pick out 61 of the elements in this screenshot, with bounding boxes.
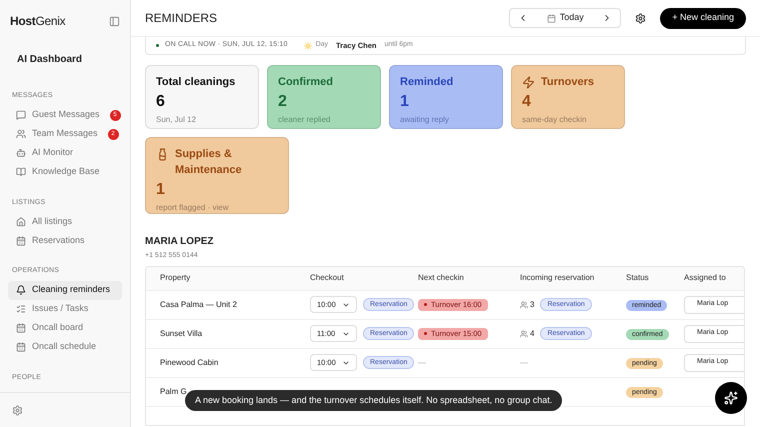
page-title: REMINDERS xyxy=(145,10,218,27)
nav-item[interactable]: Cleaning reminders xyxy=(8,280,122,300)
sun-icon xyxy=(304,42,312,50)
column-header: Incoming reservation xyxy=(520,272,596,284)
ai-assistant-button[interactable] xyxy=(715,382,747,414)
column-header: Status xyxy=(626,272,650,284)
calendar-icon xyxy=(16,236,26,246)
date-button[interactable]: Today xyxy=(546,11,584,25)
card-value: 4 xyxy=(522,92,532,112)
property-cell: Sunset Villa xyxy=(160,328,202,340)
card-note: report flagged · view xyxy=(156,202,230,214)
nav-item[interactable]: AI Monitor xyxy=(8,144,122,162)
people-icon xyxy=(16,129,26,139)
card-title: Supplies & Maintenance xyxy=(175,147,243,178)
house-icon xyxy=(16,216,26,226)
nav-item[interactable]: Reservations xyxy=(8,231,122,250)
calendar-icon xyxy=(16,323,26,333)
card-title: Confirmed xyxy=(278,75,333,90)
empty-cell: — xyxy=(520,356,528,368)
card-title: Total cleanings xyxy=(156,75,236,90)
cleaner-name: MARIA LOPEZ xyxy=(145,235,214,249)
book-icon xyxy=(16,167,26,177)
card-title: Turnovers xyxy=(541,75,594,90)
column-header: Assigned to xyxy=(684,272,727,284)
property-cell: Pinewood Cabin xyxy=(160,356,218,368)
brand-logo: HostGenix xyxy=(10,13,66,30)
chat-icon xyxy=(16,110,26,120)
column-header: Checkout xyxy=(310,272,345,284)
property-cell: Palm G xyxy=(160,386,187,398)
guest-count: 4 xyxy=(520,328,534,340)
calendar-icon xyxy=(546,14,556,22)
nav-item[interactable]: Issues / Tasks xyxy=(8,300,122,318)
robot-icon xyxy=(16,148,26,158)
card-value: 1 xyxy=(400,92,410,112)
card-note: Sun, Jul 12 xyxy=(156,114,198,126)
card-note: same-day checkin xyxy=(522,114,588,126)
nav-item[interactable]: Knowledge Base xyxy=(8,162,122,182)
column-header: Next checkin xyxy=(418,272,465,284)
sidebar-toggle-icon[interactable] xyxy=(109,16,120,26)
dashboard-link[interactable]: AI Dashboard xyxy=(17,52,82,67)
nav-item[interactable]: All listings xyxy=(8,212,122,231)
lightning-icon xyxy=(522,76,535,89)
new-cleaning-button[interactable]: + New cleaning xyxy=(660,8,746,28)
bell-icon xyxy=(16,285,26,295)
sparkles-icon xyxy=(724,391,738,405)
settings-icon[interactable] xyxy=(635,12,646,24)
nav-item[interactable]: Oncall schedule xyxy=(8,338,122,356)
property-cell: Casa Palma — Unit 2 xyxy=(160,298,237,310)
card-title: Reminded xyxy=(400,75,454,90)
checklist-icon xyxy=(16,304,26,314)
caption-banner: A new booking lands — and the turnover schedules itself. No spreadsheet, no group chat. xyxy=(185,390,562,411)
card-value: 1 xyxy=(156,180,166,200)
empty-cell: — xyxy=(418,358,426,366)
card-value: 2 xyxy=(278,92,288,112)
guest-count: 3 xyxy=(520,298,534,310)
card-note: cleaner replied xyxy=(278,114,332,126)
nav-item[interactable]: Oncall board xyxy=(8,318,122,338)
calendar-icon xyxy=(16,342,26,352)
card-value: 6 xyxy=(156,92,166,112)
card-note: awaiting reply xyxy=(400,114,450,126)
column-header: Property xyxy=(160,272,192,284)
